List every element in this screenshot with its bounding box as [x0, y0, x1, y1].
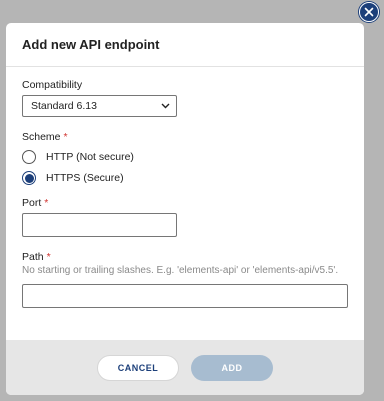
compatibility-selected-value: Standard 6.13	[31, 100, 97, 112]
dialog-title: Add new API endpoint	[22, 37, 160, 52]
https-radio[interactable]	[22, 171, 36, 185]
scheme-option-http[interactable]: HTTP (Not secure)	[22, 147, 348, 167]
https-radio-label: HTTPS (Secure)	[46, 172, 124, 184]
dialog-header: Add new API endpoint	[6, 23, 364, 67]
path-label: Path *	[22, 251, 51, 263]
required-marker: *	[46, 251, 51, 263]
port-input[interactable]	[22, 213, 177, 237]
close-button[interactable]	[359, 2, 379, 22]
dialog-footer: CANCEL ADD	[6, 340, 364, 395]
close-icon	[364, 7, 374, 17]
compatibility-select[interactable]: Standard 6.13	[22, 95, 177, 117]
scheme-option-https[interactable]: HTTPS (Secure)	[22, 168, 348, 188]
http-radio-label: HTTP (Not secure)	[46, 151, 134, 163]
add-api-endpoint-dialog: Add new API endpoint Compatibility Stand…	[6, 23, 364, 395]
path-help-text: No starting or trailing slashes. E.g. 'e…	[22, 265, 339, 276]
port-label: Port *	[22, 197, 49, 209]
chevron-down-icon	[161, 103, 170, 109]
dialog-body: Compatibility Standard 6.13 Scheme * HTTP…	[6, 67, 364, 308]
cancel-button[interactable]: CANCEL	[97, 354, 179, 381]
path-input[interactable]	[22, 284, 348, 308]
required-marker: *	[44, 197, 49, 209]
http-radio[interactable]	[22, 150, 36, 164]
compatibility-label: Compatibility	[22, 79, 83, 91]
scheme-label: Scheme *	[22, 131, 68, 143]
add-button[interactable]: ADD	[191, 354, 273, 381]
required-marker: *	[63, 131, 68, 143]
